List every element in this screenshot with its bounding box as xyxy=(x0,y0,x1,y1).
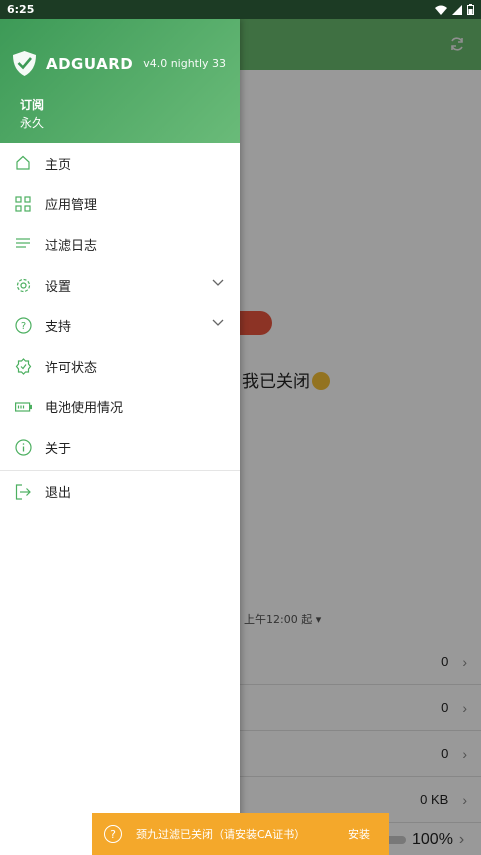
menu-item-label: 过滤日志 xyxy=(45,238,98,254)
menu-item-settings[interactable]: 设置 xyxy=(0,265,240,306)
badge-icon xyxy=(14,357,32,375)
menu-item-label: 退出 xyxy=(45,486,72,502)
status-icons xyxy=(435,4,474,15)
adguard-shield-icon xyxy=(13,51,36,76)
menu-item-battery[interactable]: 电池使用情况 xyxy=(0,387,240,428)
menu-item-home[interactable]: 主页 xyxy=(0,143,240,184)
menu-item-license[interactable]: 许可状态 xyxy=(0,346,240,387)
install-button[interactable]: 安装 xyxy=(348,826,370,842)
status-time: 6:25 xyxy=(7,3,35,16)
battery-status-icon xyxy=(467,4,474,15)
menu-item-label: 电池使用情况 xyxy=(45,401,124,417)
menu-item-label: 关于 xyxy=(45,441,72,457)
subscription-label: 订阅 xyxy=(20,98,45,112)
list-icon xyxy=(14,235,32,253)
wifi-icon xyxy=(435,5,447,15)
chevron-down-icon[interactable] xyxy=(212,279,224,287)
apps-grid-icon xyxy=(14,195,32,213)
menu-item-apps[interactable]: 应用管理 xyxy=(0,184,240,225)
gear-icon xyxy=(14,276,32,294)
navigation-drawer: ADGUARD v4.0 nightly 33 订阅 永久 主页 应用管理 过滤… xyxy=(0,19,240,855)
drawer-menu: 主页 应用管理 过滤日志 设置 ? 支持 许可状态 电池使用情况 关于 xyxy=(0,143,240,468)
https-filter-snackbar: ? 颈九过滤已关闭（请安装CA证书） 安装 xyxy=(92,813,389,855)
signal-icon xyxy=(452,4,462,15)
info-icon xyxy=(14,438,32,456)
logout-icon xyxy=(14,483,32,501)
help-icon: ? xyxy=(14,317,32,335)
menu-item-label: 应用管理 xyxy=(45,198,98,214)
menu-item-label: 主页 xyxy=(45,157,72,173)
app-name: ADGUARD xyxy=(46,54,134,73)
home-icon xyxy=(14,154,32,172)
status-bar: 6:25 xyxy=(0,0,481,19)
menu-item-logout[interactable]: 退出 xyxy=(0,471,240,513)
help-icon: ? xyxy=(104,825,122,843)
menu-item-label: 许可状态 xyxy=(45,360,98,376)
app-version: v4.0 nightly 33 xyxy=(143,57,227,70)
svg-text:?: ? xyxy=(20,321,25,332)
menu-item-label: 设置 xyxy=(45,279,72,295)
menu-item-support[interactable]: ? 支持 xyxy=(0,305,240,346)
menu-item-about[interactable]: 关于 xyxy=(0,427,240,468)
snackbar-message: 颈九过滤已关闭（请安装CA证书） xyxy=(136,828,306,841)
menu-item-label: 支持 xyxy=(45,320,72,336)
app-logo-row: ADGUARD v4.0 nightly 33 xyxy=(12,50,226,77)
menu-item-filter-log[interactable]: 过滤日志 xyxy=(0,224,240,265)
chevron-down-icon[interactable] xyxy=(212,319,224,327)
battery-icon xyxy=(14,398,32,416)
drawer-header: ADGUARD v4.0 nightly 33 订阅 永久 xyxy=(0,19,240,143)
subscription-value: 永久 xyxy=(20,116,45,130)
